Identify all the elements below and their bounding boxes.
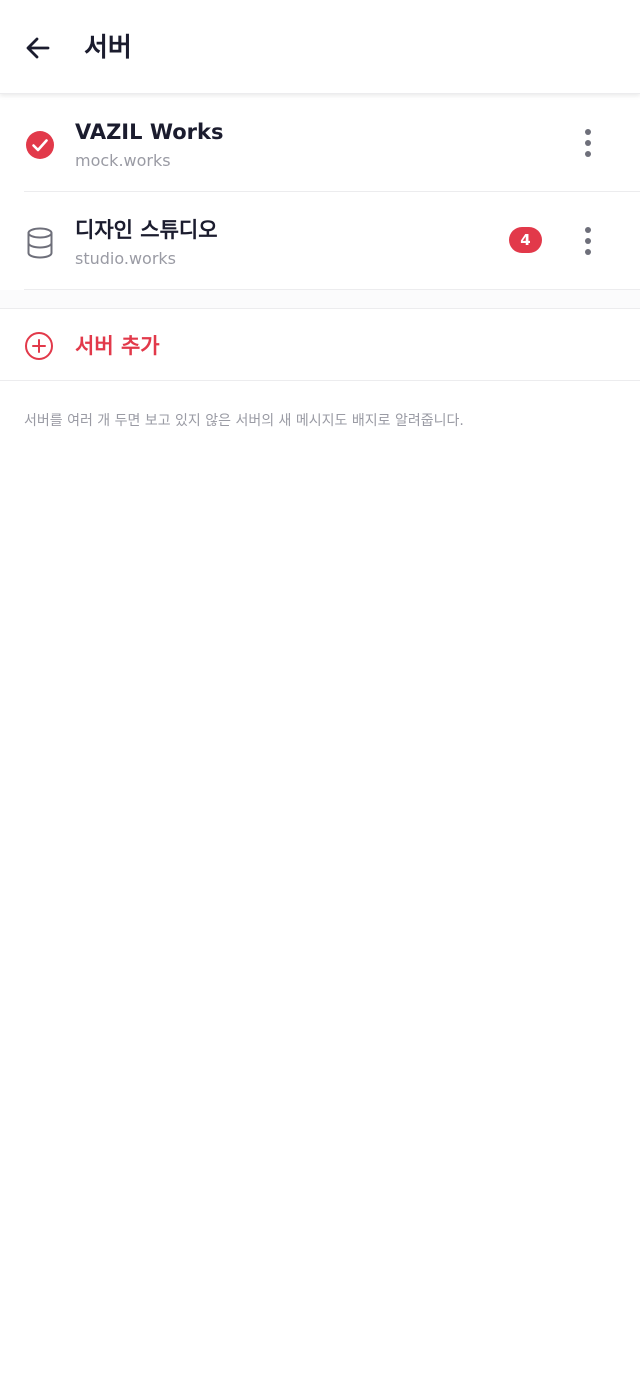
back-button[interactable] <box>14 24 62 72</box>
server-list: VAZIL Works mock.works 디자인 스튜디오 studio.w… <box>0 94 640 290</box>
arrow-left-icon <box>26 37 50 59</box>
server-name: VAZIL Works <box>75 120 224 144</box>
database-icon <box>27 227 53 259</box>
unread-badge: 4 <box>509 227 542 253</box>
check-circle-icon <box>26 131 54 159</box>
server-status <box>24 227 56 259</box>
server-item-vazil-works[interactable]: VAZIL Works mock.works <box>0 94 640 192</box>
more-vertical-icon <box>585 129 591 157</box>
plus-circle-icon <box>25 332 53 360</box>
server-name: 디자인 스튜디오 <box>75 218 218 242</box>
add-server-label: 서버 추가 <box>75 334 160 358</box>
server-status <box>24 129 56 161</box>
server-more-button[interactable] <box>568 219 608 263</box>
server-domain: mock.works <box>75 151 171 170</box>
more-vertical-icon <box>585 227 591 255</box>
server-domain: studio.works <box>75 249 176 268</box>
app-bar: 서버 <box>0 0 640 94</box>
hint-text: 서버를 여러 개 두면 보고 있지 않은 서버의 새 메시지도 배지로 알려줍니… <box>24 413 464 429</box>
add-server-button[interactable]: 서버 추가 <box>0 309 640 381</box>
page-title: 서버 <box>84 33 132 63</box>
server-more-button[interactable] <box>568 121 608 165</box>
section-gap <box>0 290 640 309</box>
server-item-design-studio[interactable]: 디자인 스튜디오 studio.works 4 <box>0 192 640 290</box>
